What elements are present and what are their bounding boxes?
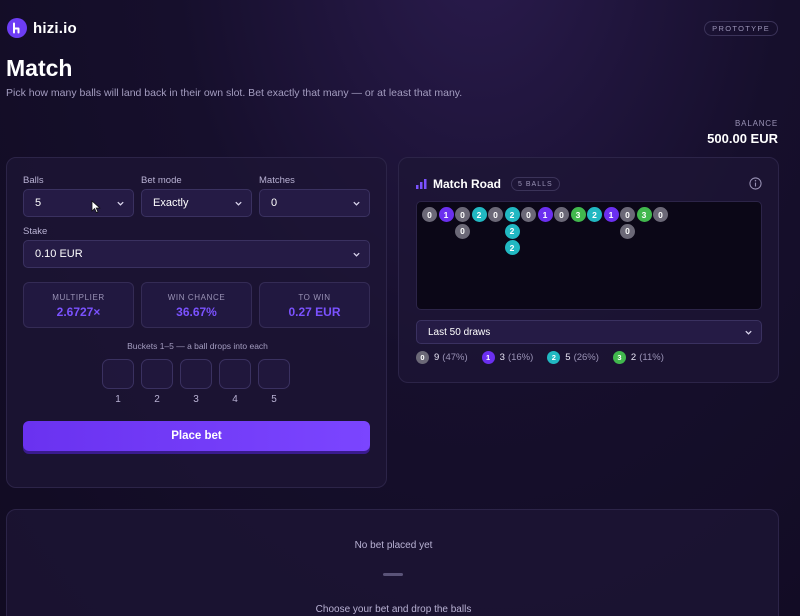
road-ball: 0	[422, 207, 437, 222]
legend-percent: (47%)	[442, 352, 468, 363]
win-chance-label: WIN CHANCE	[167, 293, 226, 302]
ball-2-icon: 2	[547, 351, 561, 364]
bucket-2	[141, 359, 173, 389]
legend-item-3: 3 2 (11%)	[612, 351, 664, 364]
legend-count: 2	[630, 352, 637, 363]
bet-panel: Balls 5 Bet mode Exactly Matches 0 Stake…	[6, 157, 387, 488]
legend-item-0: 0 9 (47%)	[416, 351, 468, 364]
multiplier-value: 2.6727×	[56, 305, 101, 319]
road-ball: 0	[620, 207, 635, 222]
balance-value: 500.00 EUR	[707, 131, 778, 146]
road-ball: 0	[554, 207, 569, 222]
empty-state-hint: Choose your bet and drop the balls	[315, 604, 472, 615]
road-ball: 2	[504, 207, 520, 222]
bucket-5	[258, 359, 290, 389]
road-ball: 2	[587, 207, 602, 222]
multiplier-stat: MULTIPLIER 2.6727×	[23, 282, 134, 328]
road-ball: 1	[438, 207, 454, 222]
empty-state-divider	[383, 573, 403, 576]
brand-logo[interactable]: hizi.io	[7, 18, 77, 38]
ball-3-icon: 3	[612, 351, 626, 364]
chevron-down-icon	[745, 330, 752, 335]
road-ball: 0	[455, 207, 470, 222]
road-ball: 1	[603, 207, 619, 222]
page-subtitle: Pick how many balls will land back in th…	[6, 87, 463, 99]
to-win-stat: TO WIN 0.27 EUR	[259, 282, 370, 328]
legend-item-2: 2 5 (26%)	[547, 351, 599, 364]
ball-0-icon: 0	[416, 351, 429, 364]
legend-item-1: 1 3 (16%)	[481, 351, 534, 364]
matches-value: 0	[271, 197, 278, 209]
draw-range-value: Last 50 draws	[428, 326, 491, 338]
legend-percent: (26%)	[573, 352, 599, 363]
balls-count-badge: 5 BALLS	[511, 177, 560, 191]
buckets-caption: Buckets 1–5 — a ball drops into each	[127, 341, 268, 351]
bet-mode-select[interactable]: Exactly	[141, 189, 252, 217]
legend-count: 3	[499, 352, 505, 363]
road-ball: 2	[504, 223, 520, 239]
info-icon[interactable]	[749, 177, 762, 190]
bucket-label-2: 2	[154, 394, 160, 405]
legend-percent: (16%)	[507, 352, 534, 363]
chevron-down-icon	[353, 252, 360, 257]
road-ball: 0	[455, 223, 470, 239]
match-road-title: Match Road	[433, 177, 502, 191]
stake-label: Stake	[23, 226, 48, 237]
road-ball: 0	[653, 207, 668, 222]
road-ball: 0	[521, 207, 536, 222]
win-chance-value: 36.67%	[176, 305, 217, 319]
ball-1-icon: 1	[481, 351, 495, 364]
bucket-4	[219, 359, 251, 389]
bucket-label-3: 3	[193, 394, 199, 405]
chevron-down-icon	[353, 201, 360, 206]
legend-percent: (11%)	[639, 352, 664, 363]
bucket-label-5: 5	[271, 394, 277, 405]
bucket-3	[180, 359, 212, 389]
road-ball: 1	[537, 207, 553, 222]
match-road-legend: 0 9 (47%) 1 3 (16%) 2 5 (26%) 3 2 (11%)	[416, 351, 678, 364]
balls-label: Balls	[23, 175, 44, 186]
to-win-value: 0.27 EUR	[288, 305, 341, 319]
to-win-label: TO WIN	[298, 293, 331, 302]
road-ball: 3	[570, 207, 586, 222]
legend-count: 5	[565, 352, 571, 363]
road-ball: 0	[620, 223, 635, 239]
bet-mode-value: Exactly	[153, 197, 189, 209]
chevron-down-icon	[235, 201, 242, 206]
road-ball: 0	[488, 207, 503, 222]
multiplier-label: MULTIPLIER	[52, 293, 105, 302]
balance-label: BALANCE	[735, 119, 778, 128]
stake-value: 0.10 EUR	[35, 248, 83, 260]
bucket-1	[102, 359, 134, 389]
stake-select[interactable]: 0.10 EUR	[23, 240, 370, 268]
draw-range-select[interactable]: Last 50 draws	[416, 320, 762, 344]
mouse-cursor-icon	[91, 200, 101, 214]
prototype-badge: PROTOTYPE	[704, 21, 778, 36]
logo-icon	[7, 18, 27, 38]
matches-select[interactable]: 0	[259, 189, 370, 217]
bucket-label-1: 1	[115, 394, 121, 405]
bet-mode-label: Bet mode	[141, 175, 182, 186]
empty-state-title: No bet placed yet	[354, 540, 433, 551]
place-bet-button[interactable]: Place bet	[23, 421, 370, 451]
match-road-panel: Match Road 5 BALLS 0100202220103210030 L…	[398, 157, 779, 383]
matches-label: Matches	[259, 175, 295, 186]
balls-value: 5	[35, 197, 42, 209]
page-title: Match	[6, 55, 73, 81]
bar-chart-icon	[416, 179, 427, 189]
bucket-label-4: 4	[232, 394, 238, 405]
result-panel: No bet placed yet Choose your bet and dr…	[6, 509, 779, 616]
road-ball: 2	[471, 207, 487, 222]
chevron-down-icon	[117, 201, 124, 206]
brand-name: hizi.io	[33, 19, 77, 37]
match-road-header: Match Road 5 BALLS	[416, 177, 560, 191]
road-ball: 3	[636, 207, 652, 222]
road-ball: 2	[504, 240, 520, 255]
balls-select[interactable]: 5	[23, 189, 134, 217]
top-bar: hizi.io PROTOTYPE	[0, 0, 800, 58]
legend-count: 9	[434, 352, 440, 363]
win-chance-stat: WIN CHANCE 36.67%	[141, 282, 252, 328]
match-road-grid: 0100202220103210030	[416, 201, 762, 310]
